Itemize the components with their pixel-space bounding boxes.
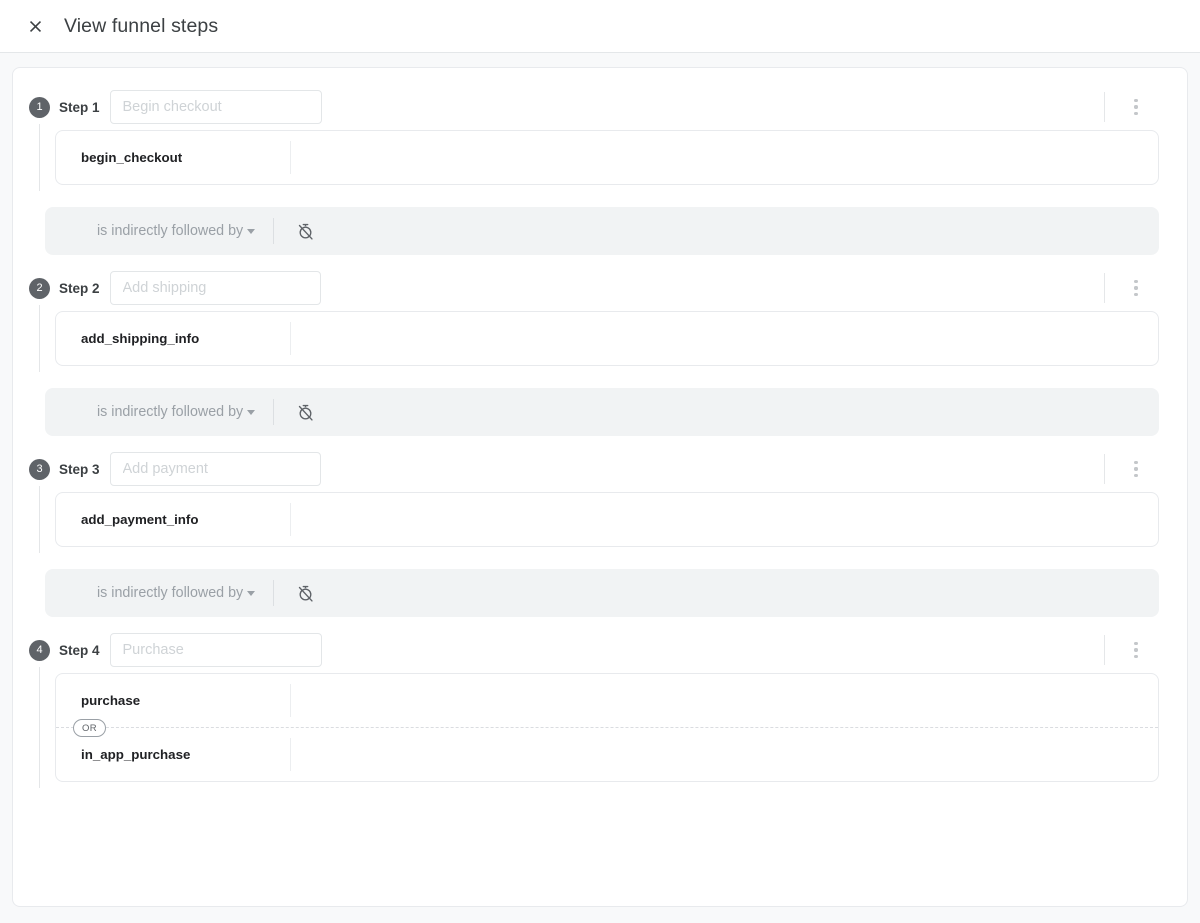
- step-relation-1: is indirectly followed by: [45, 207, 1159, 255]
- relation-dropdown-1[interactable]: is indirectly followed by: [45, 207, 256, 255]
- relation-divider: [273, 399, 275, 425]
- step-name-input-4[interactable]: [109, 633, 322, 667]
- page-title: View funnel steps: [64, 14, 219, 37]
- step-overflow-menu-2[interactable]: [1123, 273, 1149, 303]
- relation-divider: [273, 218, 275, 244]
- funnel-step-2: 2 Step 2 add_shipping_info: [29, 271, 1173, 372]
- step-number-badge-2: 2: [29, 277, 50, 299]
- step-overflow-menu-1[interactable]: [1123, 92, 1149, 122]
- relation-label-1: is indirectly followed by: [97, 223, 244, 239]
- chevron-down-icon: [247, 590, 256, 596]
- condition-event-name: add_payment_info: [81, 512, 199, 527]
- step-name-input-2[interactable]: [109, 271, 321, 305]
- condition-row[interactable]: add_payment_info: [56, 493, 1158, 546]
- relation-label-2: is indirectly followed by: [97, 404, 244, 420]
- step-number-badge-3: 3: [29, 458, 50, 480]
- condition-card-4: purchase OR in_app_purchase: [55, 673, 1159, 782]
- step-relation-2: is indirectly followed by: [45, 388, 1159, 436]
- condition-card-2: add_shipping_info: [55, 311, 1159, 366]
- step-header-3: 3 Step 3: [29, 452, 1173, 486]
- step-header-4: 4 Step 4: [29, 633, 1173, 667]
- chevron-down-icon: [247, 228, 256, 234]
- step-conditions-3: add_payment_info: [29, 486, 1173, 553]
- step-relation-3: is indirectly followed by: [45, 569, 1159, 617]
- step-number-badge-1: 1: [29, 96, 50, 118]
- condition-card-1: begin_checkout: [55, 130, 1159, 185]
- timer-off-icon: [298, 223, 313, 240]
- condition-card-3: add_payment_info: [55, 492, 1159, 547]
- chevron-down-icon: [247, 409, 256, 415]
- step-conditions-1: begin_checkout: [29, 124, 1173, 191]
- menu-divider: [1104, 273, 1105, 303]
- timer-off-icon: [298, 585, 313, 602]
- dialog-body: 1 Step 1 begin_checkout: [0, 53, 1200, 923]
- relation-timer-button-1[interactable]: [291, 217, 319, 245]
- close-icon: [29, 20, 41, 32]
- step-header-1: 1 Step 1: [29, 90, 1173, 124]
- condition-event-name: begin_checkout: [81, 150, 183, 165]
- condition-event-name: add_shipping_info: [81, 331, 200, 346]
- condition-row[interactable]: in_app_purchase: [56, 728, 1158, 781]
- step-menu-area-4: [1104, 632, 1149, 668]
- funnel-steps-container: 1 Step 1 begin_checkout: [12, 67, 1188, 907]
- step-label-1: Step 1: [59, 99, 100, 115]
- step-overflow-menu-3[interactable]: [1123, 454, 1149, 484]
- step-menu-area-2: [1104, 270, 1149, 306]
- funnel-step-4: 4 Step 4 purchase: [29, 633, 1173, 788]
- step-header-2: 2 Step 2: [29, 271, 1173, 305]
- funnel-step-1: 1 Step 1 begin_checkout: [29, 90, 1173, 191]
- condition-column-divider: [290, 322, 291, 355]
- step-label-2: Step 2: [59, 280, 100, 296]
- condition-column-divider: [290, 503, 291, 536]
- funnel-step-3: 3 Step 3 add_payment_info: [29, 452, 1173, 553]
- condition-column-divider: [290, 738, 291, 771]
- step-menu-area-1: [1104, 89, 1149, 125]
- condition-row[interactable]: begin_checkout: [56, 131, 1158, 184]
- condition-row[interactable]: add_shipping_info: [56, 312, 1158, 365]
- step-label-4: Step 4: [59, 642, 100, 658]
- dialog-header: View funnel steps: [0, 0, 1200, 53]
- relation-timer-button-2[interactable]: [291, 398, 319, 426]
- condition-column-divider: [290, 141, 291, 174]
- condition-column-divider: [290, 684, 291, 717]
- condition-event-name: purchase: [81, 693, 141, 708]
- timer-off-icon: [298, 404, 313, 421]
- step-label-3: Step 3: [59, 461, 100, 477]
- relation-label-3: is indirectly followed by: [97, 585, 244, 601]
- condition-row[interactable]: purchase: [56, 674, 1158, 727]
- step-overflow-menu-4[interactable]: [1123, 635, 1149, 665]
- relation-dropdown-3[interactable]: is indirectly followed by: [45, 569, 256, 617]
- condition-event-name: in_app_purchase: [81, 747, 191, 762]
- relation-timer-button-3[interactable]: [291, 579, 319, 607]
- step-name-input-1[interactable]: [109, 90, 322, 124]
- step-menu-area-3: [1104, 451, 1149, 487]
- step-conditions-2: add_shipping_info: [29, 305, 1173, 372]
- close-button[interactable]: [18, 9, 52, 43]
- relation-divider: [273, 580, 275, 606]
- step-number-badge-4: 4: [29, 639, 50, 661]
- menu-divider: [1104, 635, 1105, 665]
- menu-divider: [1104, 92, 1105, 122]
- relation-dropdown-2[interactable]: is indirectly followed by: [45, 388, 256, 436]
- menu-divider: [1104, 454, 1105, 484]
- step-name-input-3[interactable]: [109, 452, 321, 486]
- step-conditions-4: purchase OR in_app_purchase: [29, 667, 1173, 788]
